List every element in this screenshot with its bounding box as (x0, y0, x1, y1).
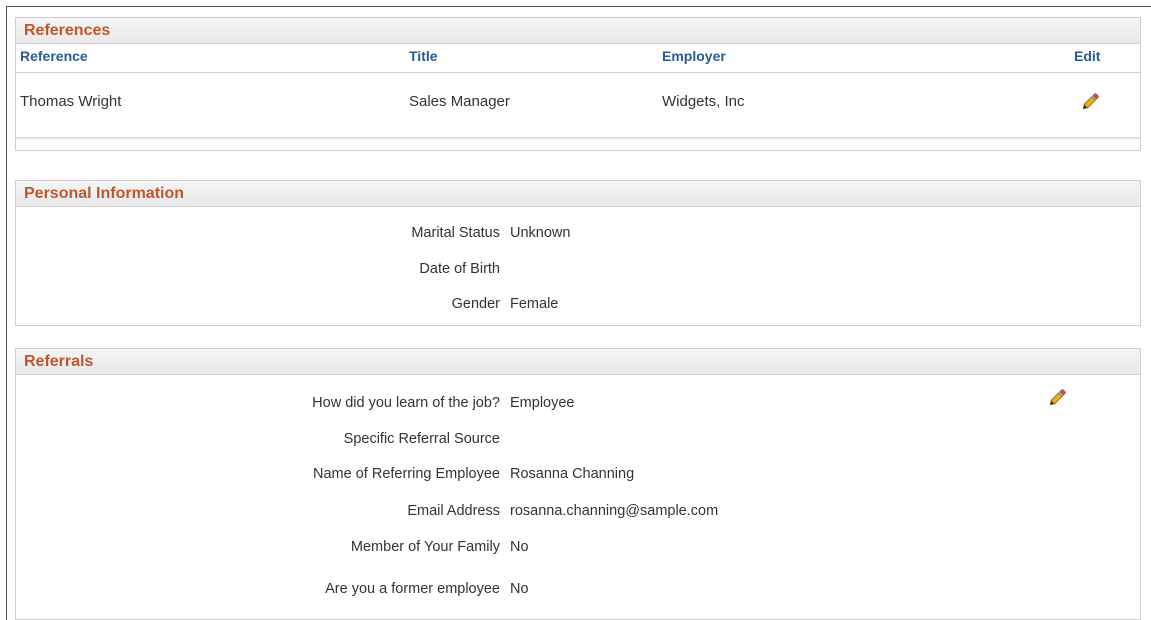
email-address-value: rosanna.channing@sample.com (510, 503, 719, 519)
personal-information-header: Personal Information (16, 181, 1140, 207)
marital-status-value: Unknown (510, 225, 571, 241)
reference-employer: Widgets, Inc (662, 93, 745, 110)
referring-employee-label: Name of Referring Employee (313, 466, 500, 482)
referrals-section: Referrals How did you learn of the job? … (15, 348, 1141, 620)
field-marital-status: Marital Status Unknown (16, 225, 1140, 245)
referrals-header: Referrals (16, 349, 1140, 375)
field-gender: Gender Female (16, 296, 1140, 316)
window-frame-top (6, 6, 1151, 7)
column-header-edit: Edit (1074, 48, 1101, 64)
former-employee-label: Are you a former employee (325, 581, 500, 597)
table-row: Thomas Wright Sales Manager Widgets, Inc (16, 72, 1140, 137)
references-grid-header: Reference Title Employer Edit (16, 44, 1140, 72)
email-address-label: Email Address (407, 503, 500, 519)
specific-referral-source-label: Specific Referral Source (343, 431, 500, 447)
member-of-family-value: No (510, 539, 529, 555)
member-of-family-label: Member of Your Family (350, 539, 500, 555)
column-header-title[interactable]: Title (409, 48, 438, 64)
field-referring-employee: Name of Referring Employee Rosanna Chann… (16, 466, 1140, 486)
referring-employee-value: Rosanna Channing (510, 466, 635, 482)
references-section: References Reference Title Employer Edit… (15, 17, 1141, 151)
references-header: References (16, 18, 1140, 44)
reference-name: Thomas Wright (20, 93, 122, 110)
field-member-of-family: Member of Your Family No (16, 539, 1140, 559)
grid-footer-divider (16, 137, 1140, 140)
personal-information-section: Personal Information Marital Status Unkn… (15, 180, 1141, 326)
window-frame-left (6, 6, 7, 620)
column-header-employer[interactable]: Employer (662, 48, 726, 64)
pencil-icon[interactable] (1079, 91, 1101, 113)
field-email-address: Email Address rosanna.channing@sample.co… (16, 503, 1140, 523)
field-former-employee: Are you a former employee No (16, 581, 1140, 601)
learn-of-job-value: Employee (510, 395, 575, 411)
learn-of-job-label: How did you learn of the job? (312, 395, 500, 411)
reference-title: Sales Manager (409, 93, 510, 110)
gender-label: Gender (451, 296, 500, 312)
date-of-birth-label: Date of Birth (419, 261, 500, 277)
field-date-of-birth: Date of Birth (16, 261, 1140, 281)
column-header-reference[interactable]: Reference (20, 48, 88, 64)
field-specific-referral-source: Specific Referral Source (16, 431, 1140, 451)
field-learn-of-job: How did you learn of the job? Employee (16, 395, 1140, 415)
gender-value: Female (510, 296, 559, 312)
marital-status-label: Marital Status (411, 225, 500, 241)
former-employee-value: No (510, 581, 529, 597)
